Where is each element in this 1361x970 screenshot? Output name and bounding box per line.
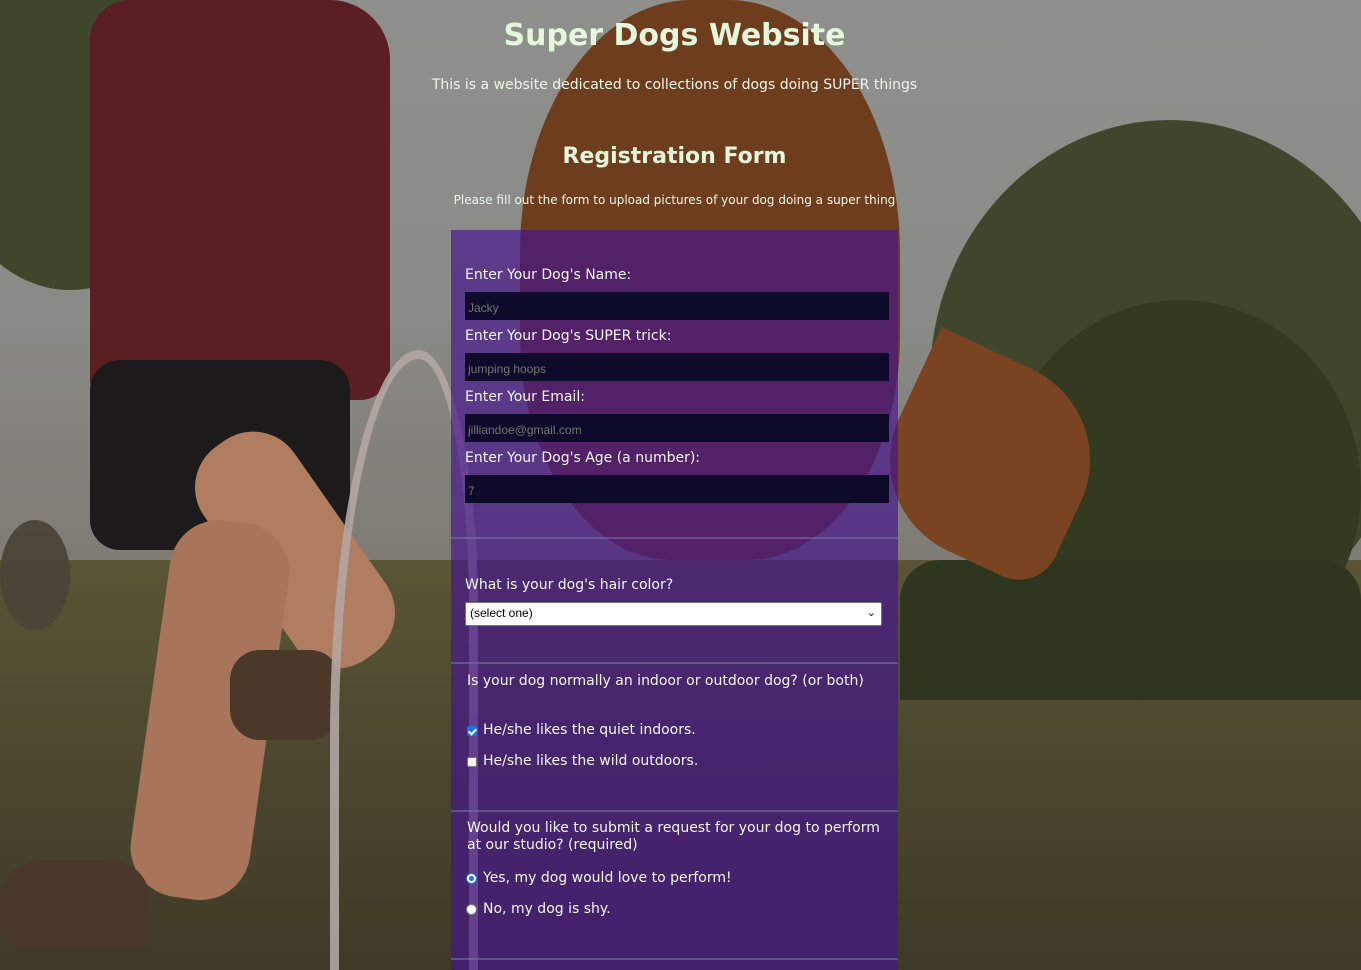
registration-form: Enter Your Dog's Name: Enter Your Dog's … xyxy=(451,230,898,970)
indoor-outdoor-question: Is your dog normally an indoor or outdoo… xyxy=(467,673,864,689)
dog-age-label: Enter Your Dog's Age (a number): xyxy=(465,450,701,466)
perform-no-label: No, my dog is shy. xyxy=(483,901,611,917)
form-description: Please fill out the form to upload pictu… xyxy=(453,193,896,207)
perform-yes-label: Yes, my dog would love to perform! xyxy=(483,870,732,886)
dog-trick-input[interactable] xyxy=(465,353,889,381)
indoor-checkbox[interactable] xyxy=(467,726,477,736)
indoor-option-label: He/she likes the quiet indoors. xyxy=(483,722,696,738)
perform-yes-radio[interactable] xyxy=(466,873,477,884)
page-subtitle: This is a website dedicated to collectio… xyxy=(431,77,918,93)
outdoor-option-label: He/she likes the wild outdoors. xyxy=(483,753,699,769)
email-label: Enter Your Email: xyxy=(465,389,585,405)
page-title: Super Dogs Website xyxy=(503,18,846,53)
outdoor-checkbox[interactable] xyxy=(467,757,477,767)
hair-color-label: What is your dog's hair color? xyxy=(465,577,674,593)
section-divider xyxy=(451,958,898,960)
perform-question: Would you like to submit a request for y… xyxy=(467,820,880,853)
form-title: Registration Form xyxy=(562,144,787,169)
section-divider xyxy=(451,537,898,539)
perform-no-radio[interactable] xyxy=(466,904,477,915)
dog-name-input[interactable] xyxy=(465,292,889,320)
dog-age-input[interactable] xyxy=(465,475,889,503)
hair-color-selected: (select one) xyxy=(470,606,533,620)
hair-color-select[interactable]: (select one) ⌄ xyxy=(465,602,882,626)
section-divider xyxy=(451,810,898,812)
section-divider xyxy=(451,662,898,664)
chevron-down-icon: ⌄ xyxy=(866,607,876,619)
dog-name-label: Enter Your Dog's Name: xyxy=(465,267,632,283)
dog-trick-label: Enter Your Dog's SUPER trick: xyxy=(465,328,672,344)
email-input[interactable] xyxy=(465,414,889,442)
